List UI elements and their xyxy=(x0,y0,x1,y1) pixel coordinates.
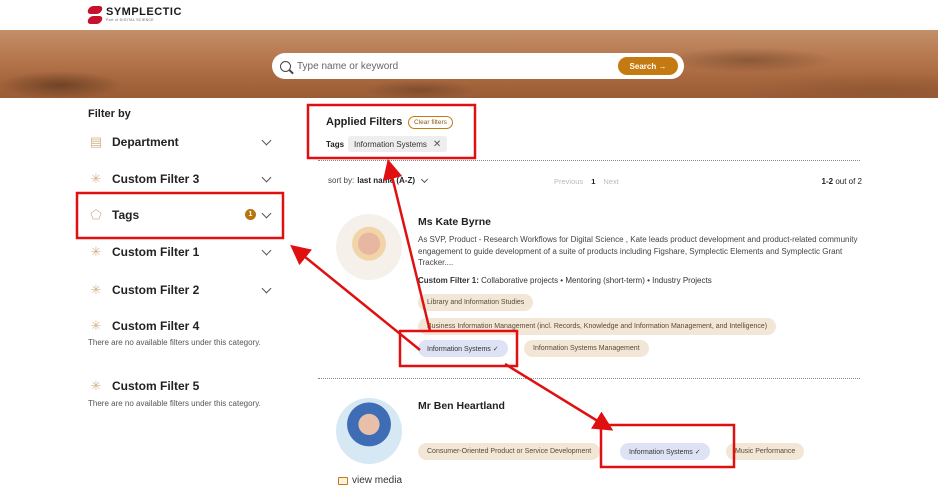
tag-chip-selected[interactable]: Information Systems ✓ xyxy=(620,443,710,460)
pagination-current[interactable]: 1 xyxy=(591,177,595,186)
no-filters-note: There are no available filters under thi… xyxy=(88,338,261,347)
filter-tags[interactable]: ⬠ Tags 1 xyxy=(88,205,274,225)
applied-filters-title: Applied Filters xyxy=(326,116,403,128)
sparkle-icon: ✳ xyxy=(90,318,102,333)
avatar[interactable] xyxy=(336,214,402,280)
tag-chip[interactable]: Business Information Management (incl. R… xyxy=(418,318,777,335)
applied-tags-label: Tags xyxy=(326,140,345,149)
search-input[interactable] xyxy=(297,60,597,72)
filter-sidebar: Filter by ▤ Department ✳ Custom Filter 3… xyxy=(88,108,278,408)
filter-custom-1[interactable]: ✳ Custom Filter 1 xyxy=(88,242,274,262)
avatar[interactable] xyxy=(336,398,402,464)
filter-label: Custom Filter 5 xyxy=(112,379,200,393)
filter-title: Filter by xyxy=(88,108,131,120)
view-media-link[interactable]: view media xyxy=(338,475,402,486)
logo-subtitle: Part of DIGITAL SCIENCE xyxy=(106,18,154,23)
sparkle-icon: ✳ xyxy=(90,282,102,297)
sort-dropdown[interactable]: sort by: last name (A-Z) xyxy=(328,175,429,185)
tag-chip[interactable]: Consumer-Oriented Product or Service Dev… xyxy=(418,443,601,460)
pagination-previous[interactable]: Previous xyxy=(554,177,583,186)
sparkle-icon: ✳ xyxy=(90,244,102,259)
search-icon xyxy=(280,60,291,72)
filter-label: Custom Filter 3 xyxy=(112,172,200,186)
view-media-label: view media xyxy=(352,475,403,486)
media-icon xyxy=(338,476,348,485)
person-description: As SVP, Product - Research Workflows for… xyxy=(418,235,858,267)
filter-custom-4: ✳ Custom Filter 4 xyxy=(88,316,274,336)
chevron-down-icon xyxy=(261,283,272,294)
person-name[interactable]: Mr Ben Heartland xyxy=(418,400,505,412)
filter-custom-5: ✳ Custom Filter 5 xyxy=(88,376,274,396)
pagination: Previous 1 Next xyxy=(554,177,619,186)
results-count: 1-2 out of 2 xyxy=(822,177,862,186)
sparkle-icon: ✳ xyxy=(90,378,102,393)
filter-label: Custom Filter 2 xyxy=(112,283,200,297)
no-filters-note: There are no available filters under thi… xyxy=(88,399,261,408)
custom-filter-values: Collaborative projects • Mentoring (shor… xyxy=(481,276,712,285)
chevron-down-icon xyxy=(261,135,272,146)
applied-tag-chip: Information Systems ✕ xyxy=(348,136,448,152)
tags-count-badge: 1 xyxy=(245,209,256,220)
filter-custom-2[interactable]: ✳ Custom Filter 2 xyxy=(88,280,274,300)
results-suffix: out of 2 xyxy=(835,177,862,186)
divider xyxy=(318,378,860,379)
chevron-down-icon xyxy=(420,175,429,183)
close-icon[interactable]: ✕ xyxy=(433,139,441,150)
tag-chip[interactable]: Information Systems Management xyxy=(524,340,649,357)
divider xyxy=(318,160,860,161)
tag-chip[interactable]: Music Performance xyxy=(726,443,805,460)
chevron-down-icon xyxy=(261,245,272,256)
department-icon: ▤ xyxy=(89,134,103,149)
filter-custom-3[interactable]: ✳ Custom Filter 3 xyxy=(88,169,274,189)
custom-filter-label: Custom Filter 1: xyxy=(418,276,479,285)
results-range: 1-2 xyxy=(821,177,834,186)
chevron-down-icon xyxy=(261,172,272,183)
clear-filters-button[interactable]: Clear filters xyxy=(408,116,453,129)
custom-filter-line: Custom Filter 1: Collaborative projects … xyxy=(418,276,712,285)
page: SYMPLECTIC Part of DIGITAL SCIENCE Searc… xyxy=(0,0,938,491)
filter-label: Tags xyxy=(112,208,140,222)
annotation-arrow xyxy=(504,362,614,431)
tag-chip-selected[interactable]: Information Systems ✓ xyxy=(418,340,508,357)
logo-mark-icon xyxy=(88,6,102,24)
logo-name: SYMPLECTIC xyxy=(106,6,182,19)
filter-label: Custom Filter 4 xyxy=(112,319,200,333)
tag-icon: ⬠ xyxy=(90,207,102,222)
chevron-down-icon xyxy=(261,208,272,219)
filter-label: Department xyxy=(112,135,179,149)
sort-value: last name (A-Z) xyxy=(357,176,416,185)
applied-tag-value: Information Systems xyxy=(354,139,427,149)
top-header: SYMPLECTIC Part of DIGITAL SCIENCE xyxy=(0,0,938,30)
filter-label: Custom Filter 1 xyxy=(112,245,200,259)
filter-department[interactable]: ▤ Department xyxy=(88,132,274,152)
tag-chip[interactable]: Library and Information Studies xyxy=(418,294,534,311)
pagination-next[interactable]: Next xyxy=(603,177,618,186)
sparkle-icon: ✳ xyxy=(90,171,102,186)
search-button[interactable]: Search → xyxy=(618,57,678,75)
search-bar: Search → xyxy=(272,53,684,79)
symplectic-logo[interactable]: SYMPLECTIC Part of DIGITAL SCIENCE xyxy=(88,6,182,24)
sort-prefix: sort by: xyxy=(328,176,355,185)
person-name[interactable]: Ms Kate Byrne xyxy=(418,216,491,228)
